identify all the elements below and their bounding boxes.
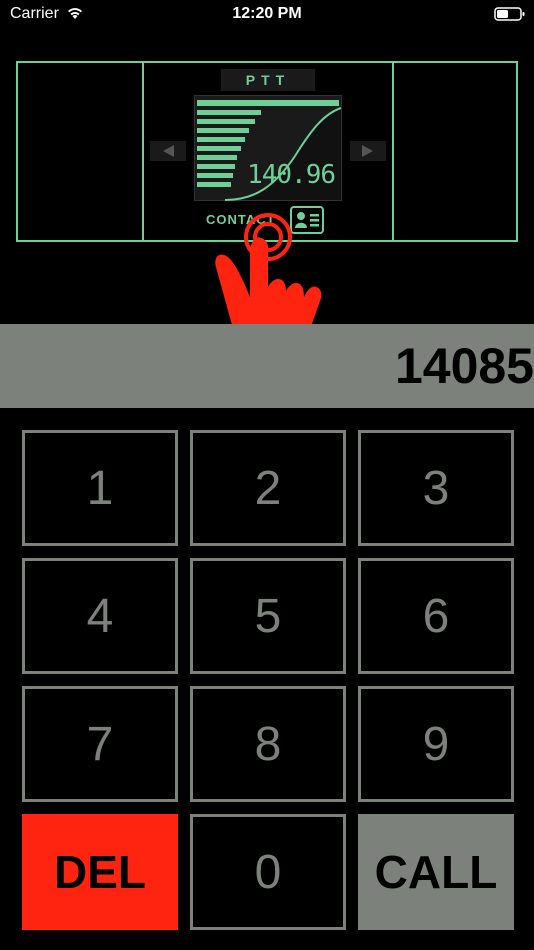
radio-divider-left: [142, 63, 144, 240]
key-2[interactable]: 2: [190, 430, 346, 546]
status-time: 12:20 PM: [232, 5, 302, 22]
key-4[interactable]: 4: [22, 558, 178, 674]
key-1[interactable]: 1: [22, 430, 178, 546]
delete-button[interactable]: DEL: [22, 814, 178, 930]
battery-icon: [494, 7, 525, 21]
key-0[interactable]: 0: [190, 814, 346, 930]
ptt-label[interactable]: PTT: [221, 69, 315, 91]
key-8[interactable]: 8: [190, 686, 346, 802]
key-7[interactable]: 7: [22, 686, 178, 802]
previous-channel-button[interactable]: [150, 141, 186, 161]
radio-divider-right: [392, 63, 394, 240]
key-9[interactable]: 9: [358, 686, 514, 802]
key-6[interactable]: 6: [358, 558, 514, 674]
frequency-screen: 140.96: [194, 95, 342, 201]
number-display: 14085: [0, 324, 534, 408]
status-bar: Carrier 12:20 PM: [0, 0, 534, 30]
key-5[interactable]: 5: [190, 558, 346, 674]
next-channel-button[interactable]: [350, 141, 386, 161]
call-button[interactable]: CALL: [358, 814, 514, 930]
chevron-left-icon: [163, 145, 174, 157]
chevron-right-icon: [362, 145, 373, 157]
frequency-readout: 140.96: [247, 160, 336, 190]
key-3[interactable]: 3: [358, 430, 514, 546]
dialed-number: 14085: [394, 338, 534, 394]
